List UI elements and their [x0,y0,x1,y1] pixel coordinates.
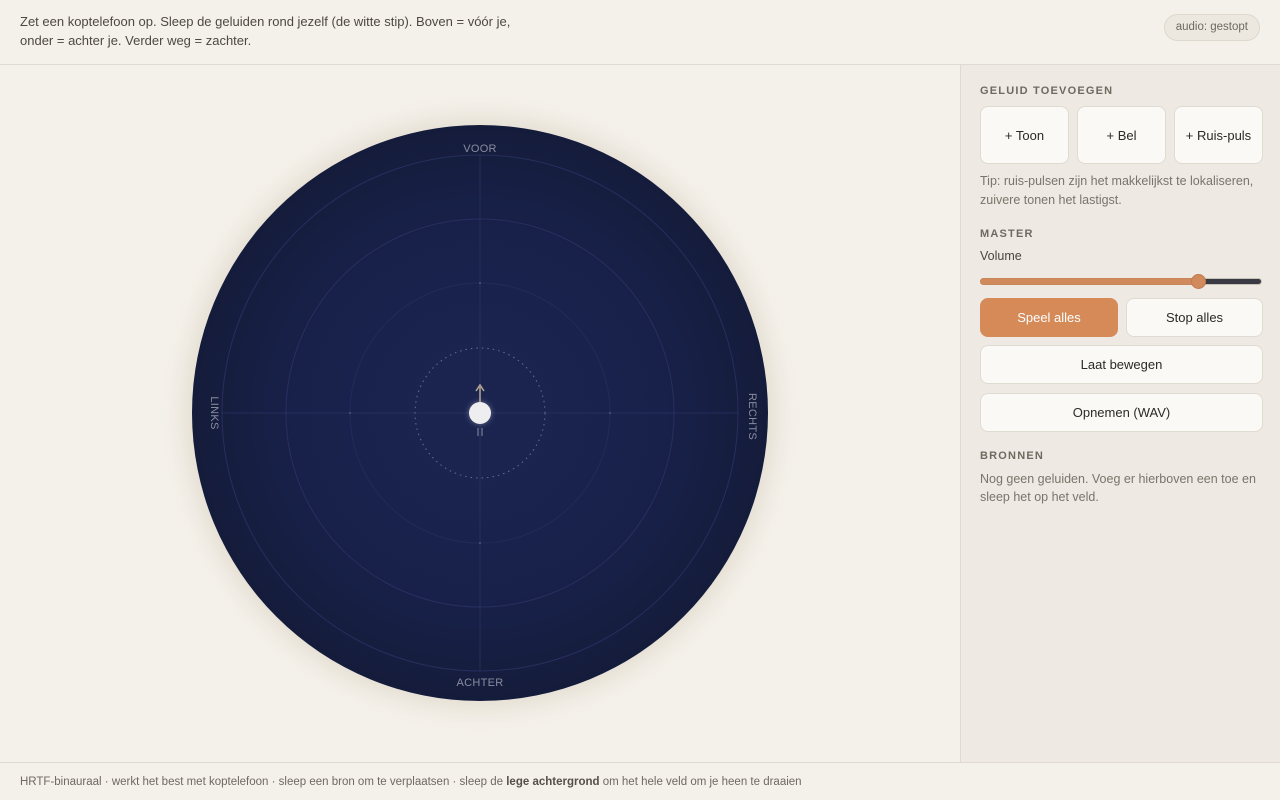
label-front: VOOR [463,143,497,155]
sources-title: BRONNEN [980,450,1045,462]
instructions-text: Zet een koptelefoon op. Sleep de geluide… [20,14,511,48]
add-noise-pulse-button[interactable]: + Ruis-puls [1174,106,1263,164]
stop-all-button[interactable]: Stop alles [1126,298,1263,337]
header: Zet een koptelefoon op. Sleep de geluide… [0,0,1280,65]
record-wav-button[interactable]: Opnemen (WAV) [980,393,1263,432]
master-title: MASTER [980,228,1034,240]
label-left: LINKS [208,396,220,430]
footer-hint: HRTF-binauraal · werkt het best met kopt… [0,762,1280,800]
footer-text-end: om het hele veld om je heen te draaien [599,776,802,788]
footer-text-bold: lege achtergrond [506,776,600,788]
add-bell-button[interactable]: + Bel [1077,106,1166,164]
control-panel: GELUID TOEVOEGEN + Toon + Bel + Ruis-pul… [960,65,1280,762]
audio-status-badge: audio: gestopt [1163,14,1260,41]
volume-label: Volume [980,249,1022,263]
volume-slider[interactable] [980,274,1262,289]
play-all-button[interactable]: Speel alles [980,298,1118,337]
add-sound-title: GELUID TOEVOEGEN [980,85,1114,97]
facing-arrow [475,383,485,402]
footer-text-start: HRTF-binauraal · werkt het best met kopt… [20,776,507,788]
label-right: RECHTS [746,393,758,441]
sources-empty-text: Nog geen geluiden. Voeg er hierboven een… [980,472,1256,504]
volume-fill [980,278,1199,285]
spatial-field[interactable]: VOOR ACHTER LINKS RECHTS [192,125,768,701]
volume-thumb[interactable] [1191,274,1206,289]
listener-dot [469,402,491,424]
sound-stage[interactable]: VOOR ACHTER LINKS RECHTS [0,65,960,762]
add-tone-button[interactable]: + Toon [980,106,1069,164]
label-back: ACHTER [456,677,504,689]
move-button[interactable]: Laat bewegen [980,345,1263,384]
tip-text: Tip: ruis-pulsen zijn het makkelijkst te… [980,174,1254,207]
